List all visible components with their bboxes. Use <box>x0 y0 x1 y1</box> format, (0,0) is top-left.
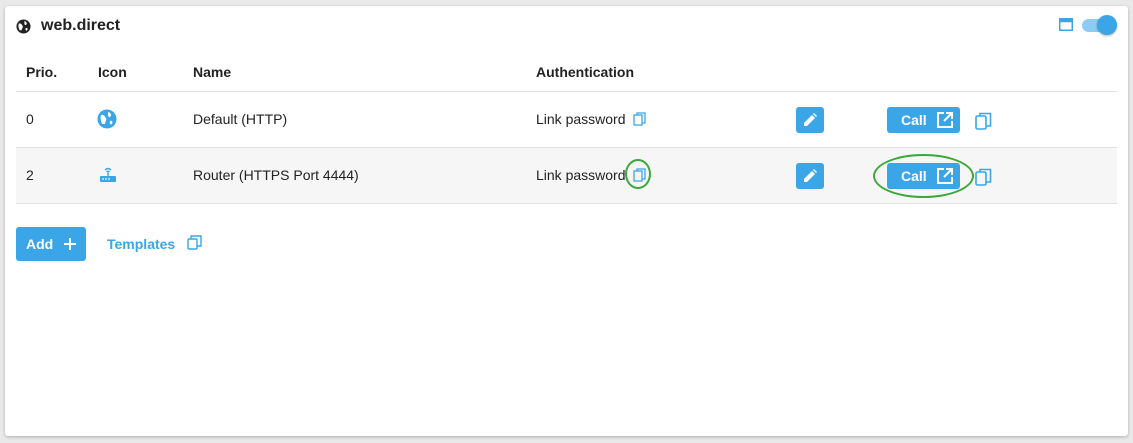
templates-link[interactable]: Templates <box>107 236 175 252</box>
templates-icon[interactable] <box>187 235 202 250</box>
panel-header: web.direct <box>5 6 1128 46</box>
table-row: 0 Default (HTTP) Link password Call <box>16 92 1117 148</box>
open-external-icon <box>937 112 953 128</box>
pencil-icon <box>804 113 817 126</box>
highlight-circle <box>625 159 651 189</box>
call-button[interactable]: Call <box>887 107 960 133</box>
plus-icon <box>64 238 76 250</box>
edit-button[interactable] <box>796 163 824 189</box>
row-name: Router (HTTPS Port 4444) <box>193 167 359 183</box>
row-name: Default (HTTP) <box>193 111 288 127</box>
router-icon <box>100 167 116 182</box>
highlight-ellipse <box>873 154 974 198</box>
panel-toggle[interactable] <box>1082 15 1118 35</box>
globe-icon <box>97 109 117 129</box>
toggle-thumb <box>1097 15 1117 35</box>
row-divider <box>16 203 1117 204</box>
row-auth: Link password <box>536 167 626 183</box>
pencil-icon <box>804 169 817 182</box>
window-icon[interactable] <box>1059 18 1073 31</box>
call-button-label: Call <box>901 112 927 128</box>
column-header-authentication: Authentication <box>536 64 634 80</box>
row-prio: 0 <box>26 111 34 127</box>
copy-icon[interactable] <box>975 112 992 130</box>
panel-title: web.direct <box>41 17 121 34</box>
globe-icon <box>16 19 31 34</box>
web-direct-panel: web.direct Prio. Icon Name Authenticatio… <box>5 6 1128 436</box>
add-button[interactable]: Add <box>16 227 86 261</box>
copy-icon[interactable] <box>633 112 646 126</box>
edit-button[interactable] <box>796 107 824 133</box>
column-header-prio: Prio. <box>26 64 58 80</box>
column-header-name: Name <box>193 64 232 80</box>
column-header-icon: Icon <box>98 64 127 80</box>
row-auth: Link password <box>536 111 626 127</box>
copy-icon[interactable] <box>975 168 992 186</box>
add-button-label: Add <box>26 236 54 252</box>
row-prio: 2 <box>26 167 34 183</box>
